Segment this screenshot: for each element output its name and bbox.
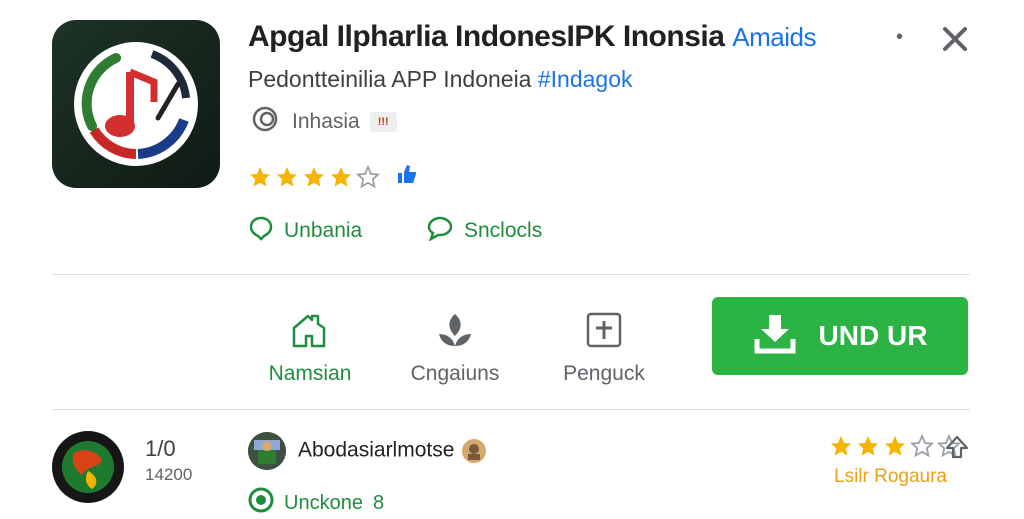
- reviewer-name-text: Abodasiarlmotse: [298, 438, 455, 462]
- meta-right[interactable]: Snclocls: [426, 216, 542, 246]
- chat-bubble-icon: [426, 215, 454, 247]
- developer-row: Inhasia !!!: [248, 106, 397, 138]
- rating-stars: [248, 162, 419, 191]
- leaf-icon: [385, 308, 525, 352]
- location-pin-icon: [248, 215, 274, 247]
- review-upvote-icon[interactable]: [944, 434, 970, 465]
- star-empty-icon: [356, 164, 380, 188]
- reviewer-name: Abodasiarlmotse: [298, 437, 488, 465]
- developer-badge: !!!: [369, 112, 397, 132]
- review-score: 1/0: [145, 436, 176, 461]
- meta-left-label: Unbania: [284, 219, 363, 242]
- star-filled-icon: [331, 166, 351, 186]
- close-icon[interactable]: [940, 24, 970, 54]
- divider-bottom: [52, 409, 970, 410]
- developer-name[interactable]: Inhasia: [292, 110, 360, 134]
- reviewer-badge-icon: [460, 439, 488, 463]
- app-title-text: Apgal Ilpharlia IndonesIPK Inonsia: [248, 20, 725, 53]
- app-subtitle: Pedontteinilia APP Indoneia #Indagok: [248, 66, 633, 93]
- star-empty-icon: [910, 434, 934, 458]
- meta-left[interactable]: Unbania: [248, 216, 362, 246]
- star-filled-icon: [250, 166, 270, 186]
- app-title: Apgal Ilpharlia IndonesIPK Inonsia Amaid…: [248, 20, 816, 54]
- install-button[interactable]: UND UR: [712, 297, 968, 375]
- star-filled-icon: [831, 436, 851, 456]
- review-status: Unckone 8: [248, 487, 384, 519]
- app-title-accent: Amaids: [732, 22, 816, 52]
- action-home-label: Namsian: [268, 362, 352, 385]
- review-tag: Lsilr Rogaura: [834, 466, 947, 487]
- reviewer-avatar[interactable]: [248, 432, 286, 470]
- plus-square-icon: [534, 308, 674, 352]
- review-count: 14200: [145, 465, 193, 484]
- status-check-icon: [248, 487, 274, 519]
- review-status-suffix: 8: [372, 491, 385, 514]
- home-icon: [240, 308, 380, 352]
- review-app-avatar: [52, 431, 124, 503]
- star-filled-icon: [858, 436, 878, 456]
- star-filled-icon: [304, 166, 324, 186]
- review-status-text: Unckone: [284, 491, 363, 514]
- app-subtitle-tag[interactable]: #Indagok: [538, 66, 633, 92]
- developer-icon: [248, 106, 282, 138]
- action-home[interactable]: Namsian: [240, 308, 380, 386]
- rating-star-group: [248, 164, 383, 189]
- thumbs-up-icon[interactable]: [395, 162, 419, 191]
- install-button-label: UND UR: [818, 320, 928, 351]
- download-icon: [753, 311, 797, 362]
- divider-top: [52, 274, 970, 275]
- action-leaf-label: Cngaiuns: [410, 362, 500, 385]
- star-filled-icon: [885, 436, 905, 456]
- action-plus[interactable]: Penguck: [534, 308, 674, 386]
- more-dot-icon[interactable]: •: [896, 26, 903, 49]
- action-leaf[interactable]: Cngaiuns: [385, 308, 525, 386]
- app-subtitle-text: Pedontteinilia APP Indoneia: [248, 66, 532, 92]
- action-plus-label: Penguck: [563, 362, 645, 385]
- meta-right-label: Snclocls: [464, 219, 543, 242]
- app-icon: [52, 20, 220, 188]
- star-filled-icon: [277, 166, 297, 186]
